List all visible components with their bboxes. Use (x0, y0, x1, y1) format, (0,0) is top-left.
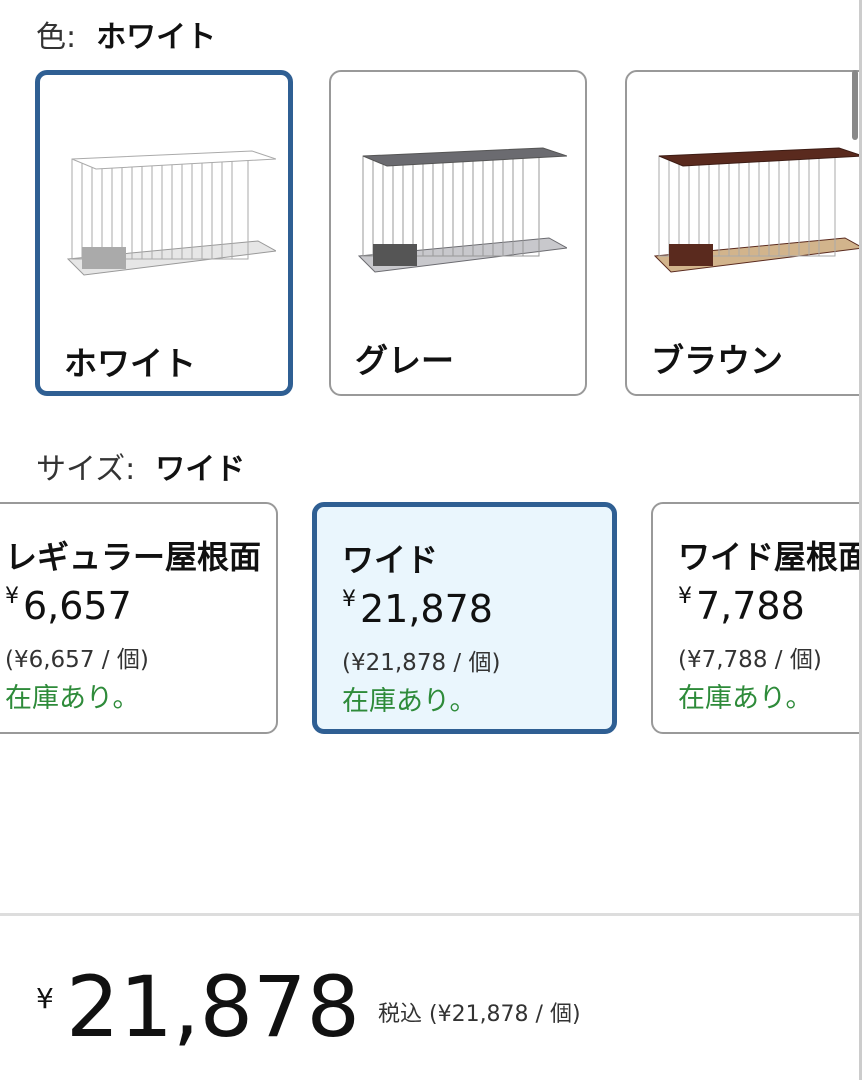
size-option-wide-roof[interactable]: ワイド屋根面 ¥7,788 (¥7,788 / 個) 在庫あり。 (651, 502, 862, 734)
color-name: グレー (355, 341, 454, 380)
selected-size: ワイド (155, 452, 246, 487)
color-label: 色: ホワイト (36, 20, 217, 55)
divider (0, 913, 862, 916)
cage-gray-image (357, 147, 567, 273)
size-unit-price: (¥7,788 / 個) (678, 647, 822, 673)
size-stock: 在庫あり。 (678, 683, 813, 714)
size-title: ワイド屋根面 (678, 538, 862, 576)
color-name: ブラウン (651, 341, 783, 380)
size-stock: 在庫あり。 (342, 686, 477, 717)
size-option-wide[interactable]: ワイド ¥21,878 (¥21,878 / 個) 在庫あり。 (312, 502, 617, 734)
tax-info: 税込 (¥21,878 / 個) (378, 1002, 581, 1027)
total-amount: 21,878 (66, 958, 360, 1056)
selected-color: ホワイト (96, 20, 217, 55)
size-label: サイズ: ワイド (36, 452, 246, 487)
size-unit-price: (¥21,878 / 個) (342, 650, 501, 676)
cage-brown-image (653, 147, 862, 273)
size-unit-price: (¥6,657 / 個) (5, 647, 149, 673)
scrollbar[interactable] (852, 70, 858, 140)
color-option-brown[interactable]: ブラウン (625, 70, 862, 396)
color-option-white[interactable]: ホワイト (35, 70, 293, 396)
size-title: レギュラー屋根面 (5, 538, 262, 576)
size-stock: 在庫あり。 (5, 683, 140, 714)
size-title: ワイド (342, 541, 439, 579)
size-option-regular-roof[interactable]: レギュラー屋根面 ¥6,657 (¥6,657 / 個) 在庫あり。 (0, 502, 278, 734)
size-price: ¥6,657 (5, 584, 132, 628)
color-name: ホワイト (64, 344, 196, 383)
currency-symbol: ¥ (36, 982, 54, 1015)
size-price: ¥7,788 (678, 584, 805, 628)
cage-white-image (66, 150, 276, 276)
color-option-gray[interactable]: グレー (329, 70, 587, 396)
size-price: ¥21,878 (342, 587, 493, 631)
